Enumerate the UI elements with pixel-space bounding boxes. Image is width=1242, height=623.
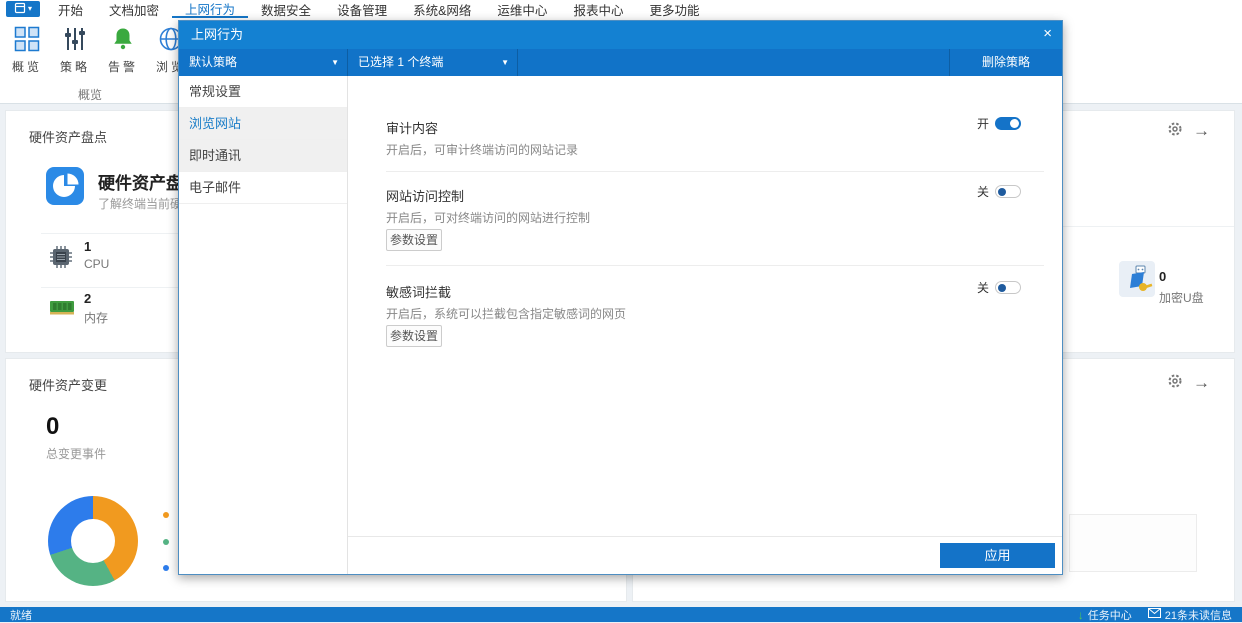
chevron-down-icon: ▼ — [331, 49, 339, 76]
tool-policy[interactable]: 策略 — [50, 23, 100, 75]
dialog-title-bar: 上网行为 × — [179, 21, 1062, 49]
menu-item-start[interactable]: 开始 — [45, 0, 96, 18]
grid-icon — [2, 23, 52, 55]
total-change-label: 总变更事件 — [46, 445, 106, 462]
arrow-right-icon[interactable]: → — [1193, 122, 1210, 139]
app-menu-button[interactable]: ▾ — [6, 1, 40, 17]
dialog-footer: 应用 — [348, 536, 1062, 574]
unread-messages-button[interactable]: 21条未读信息 — [1148, 607, 1232, 623]
memory-count: 2 — [84, 291, 91, 306]
audit-toggle[interactable] — [995, 117, 1021, 130]
encrypted-usb-icon — [1119, 261, 1155, 300]
cpu-icon — [49, 245, 73, 272]
section-audit-title: 审计内容 — [386, 118, 438, 137]
card-title: 硬件资产盘点 — [29, 127, 107, 146]
menu-item-report-center[interactable]: 报表中心 — [560, 0, 636, 18]
download-arrow-icon: ↓ — [1078, 609, 1084, 621]
legend-dot — [163, 565, 169, 571]
menu-item-system-network[interactable]: 系统&网络 — [400, 0, 484, 18]
access-param-settings-button[interactable]: 参数设置 — [386, 229, 442, 251]
terminal-select[interactable]: 已选择 1 个终端 ▼ — [348, 49, 518, 76]
status-text: 就绪 — [10, 607, 32, 623]
section-access-desc: 开启后，可对终端访问的网站进行控制 — [386, 209, 590, 226]
ribbon-group-label: 概览 — [0, 86, 180, 103]
legend-dot — [163, 539, 169, 545]
section-audit-desc: 开启后，可审计终端访问的网站记录 — [386, 141, 578, 158]
task-center-button[interactable]: ↓ 任务中心 — [1078, 607, 1132, 623]
status-bar: 就绪 ↓ 任务中心 21条未读信息 — [0, 607, 1242, 622]
empty-panel — [1069, 514, 1197, 572]
policy-select[interactable]: 默认策略 ▼ — [179, 49, 348, 76]
sensitive-param-settings-button[interactable]: 参数设置 — [386, 325, 442, 347]
memory-label: 内存 — [84, 309, 108, 326]
dialog-title: 上网行为 — [191, 27, 243, 42]
envelope-icon — [1148, 608, 1161, 621]
menu-item-internet-behavior[interactable]: 上网行为 — [172, 0, 248, 18]
section-access-title: 网站访问控制 — [386, 186, 464, 205]
nav-item-general[interactable]: 常规设置 — [179, 76, 347, 108]
nav-item-browse-web[interactable]: 浏览网站 — [179, 108, 347, 140]
tool-alert[interactable]: 告警 — [98, 23, 148, 75]
menu-item-doc-encryption[interactable]: 文档加密 — [96, 0, 172, 18]
section-sensitive-desc: 开启后，系统可以拦截包含指定敏感词的网页 — [386, 305, 626, 322]
close-icon[interactable]: × — [1043, 26, 1052, 41]
toggle-state-label: 关 — [977, 279, 989, 296]
dialog-content: 审计内容 开 开启后，可审计终端访问的网站记录 网站访问控制 关 开启后，可对终… — [348, 76, 1062, 536]
legend-dot — [163, 512, 169, 518]
apply-button[interactable]: 应用 — [940, 543, 1055, 568]
access-toggle[interactable] — [995, 185, 1021, 198]
cpu-count: 1 — [84, 239, 91, 254]
cpu-label: CPU — [84, 257, 109, 271]
nav-item-im[interactable]: 即时通讯 — [179, 140, 347, 172]
memory-icon — [49, 299, 75, 320]
menu-item-data-security[interactable]: 数据安全 — [248, 0, 324, 18]
internet-behavior-dialog: 上网行为 × 默认策略 ▼ 已选择 1 个终端 ▼ 删除策略 常规设置 浏览网站… — [178, 20, 1063, 575]
dialog-nav: 常规设置 浏览网站 即时通讯 电子邮件 — [179, 76, 348, 574]
arrow-right-icon[interactable]: → — [1193, 374, 1210, 391]
menu-bar: ▾ 开始 文档加密 上网行为 数据安全 设备管理 系统&网络 运维中心 报表中心… — [0, 0, 1242, 18]
tool-overview[interactable]: 概览 — [2, 23, 52, 75]
chevron-down-icon: ▾ — [28, 5, 32, 13]
usb-label: 加密U盘 — [1159, 289, 1204, 306]
chevron-down-icon: ▼ — [501, 49, 509, 76]
bell-icon — [98, 23, 148, 55]
access-toggle-row: 关 — [977, 183, 1021, 200]
sensitive-toggle[interactable] — [995, 281, 1021, 294]
card-title: 硬件资产变更 — [29, 375, 107, 394]
delete-policy-button[interactable]: 删除策略 — [949, 49, 1062, 76]
gear-icon[interactable] — [1167, 121, 1183, 140]
gear-icon[interactable] — [1167, 373, 1183, 392]
section-sensitive-title: 敏感词拦截 — [386, 282, 451, 301]
toggle-state-label: 开 — [977, 115, 989, 132]
nav-item-email[interactable]: 电子邮件 — [179, 172, 347, 204]
menu-item-device-management[interactable]: 设备管理 — [324, 0, 400, 18]
usb-count: 0 — [1159, 269, 1166, 284]
app-window-icon — [14, 2, 26, 17]
audit-toggle-row: 开 — [977, 115, 1021, 132]
sliders-icon — [50, 23, 100, 55]
total-change-count: 0 — [46, 413, 59, 441]
sensitive-toggle-row: 关 — [977, 279, 1021, 296]
toggle-state-label: 关 — [977, 183, 989, 200]
donut-chart — [48, 496, 138, 586]
pie-app-icon — [46, 167, 84, 208]
dialog-toolbar: 默认策略 ▼ 已选择 1 个终端 ▼ 删除策略 — [179, 49, 1062, 76]
menu-item-ops-center[interactable]: 运维中心 — [484, 0, 560, 18]
menu-item-more[interactable]: 更多功能 — [636, 0, 712, 18]
